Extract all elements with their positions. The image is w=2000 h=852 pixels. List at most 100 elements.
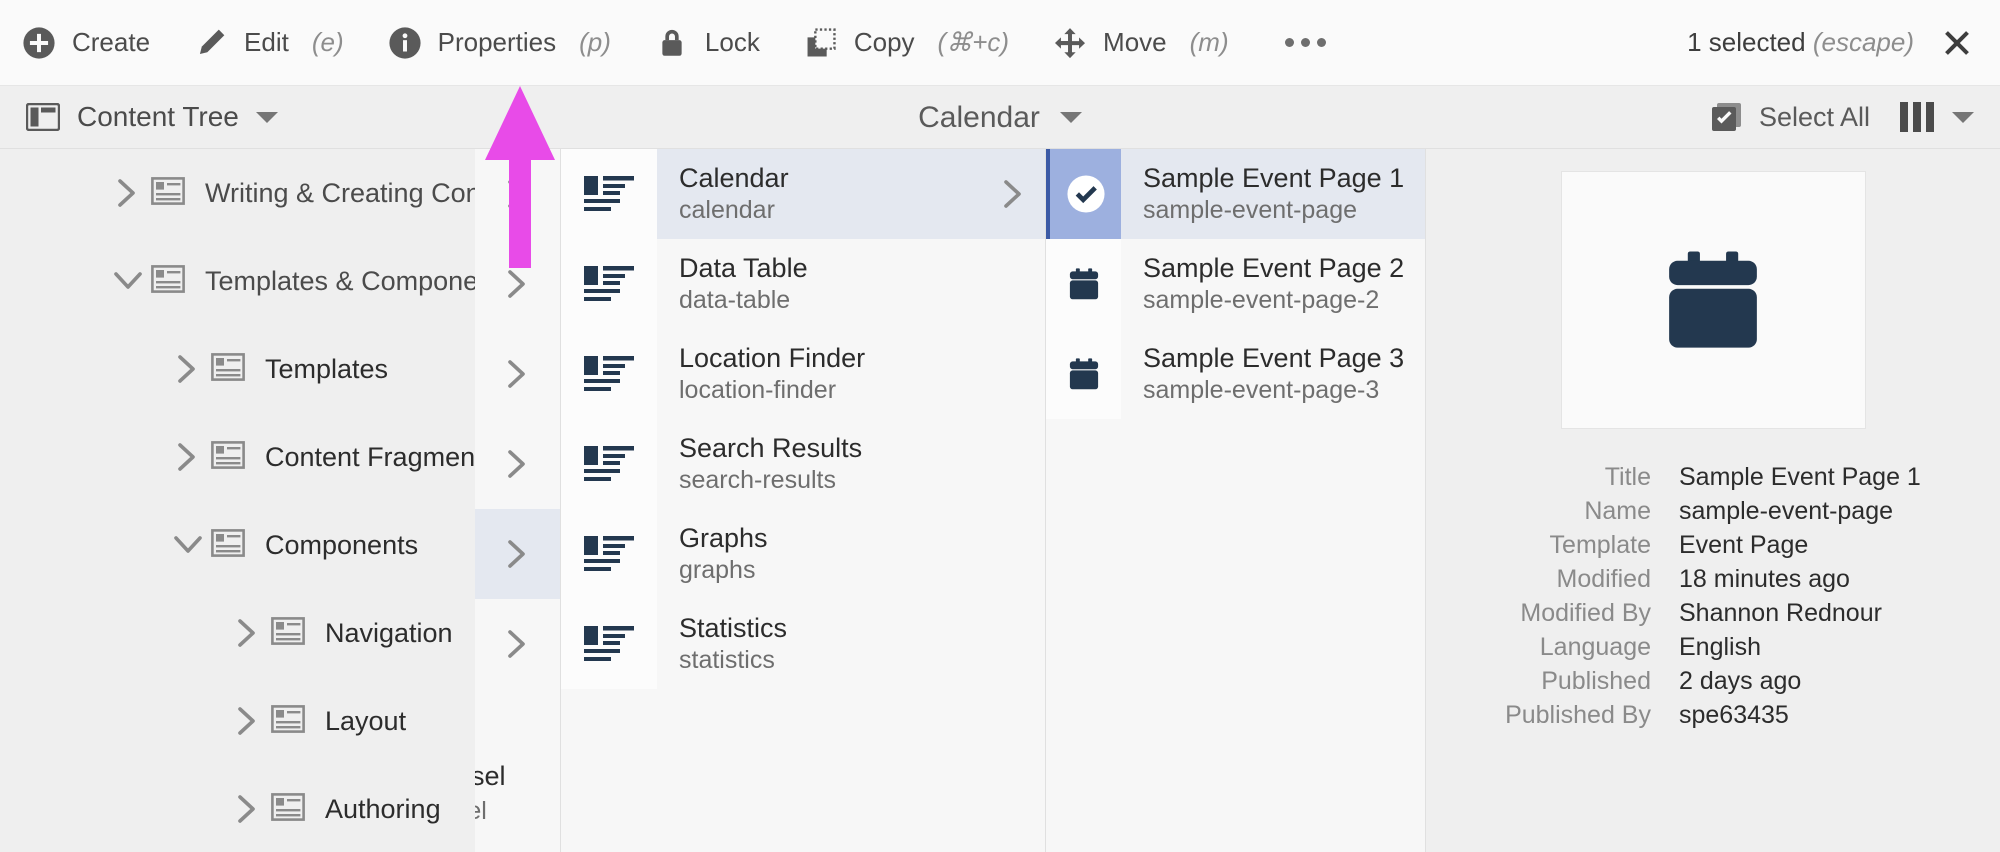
chevron-down-icon[interactable] (1059, 112, 1082, 123)
tree-item[interactable]: Authoring (0, 765, 475, 852)
parent-column-row[interactable] (475, 509, 560, 599)
tree-item[interactable]: Writing & Creating Conte (0, 149, 475, 237)
more-actions-button[interactable] (1251, 38, 1360, 47)
metadata-row: Language English (1426, 633, 1992, 662)
tree-item[interactable]: Layout (0, 677, 475, 765)
parent-column-row[interactable] (475, 599, 560, 689)
view-mode-button[interactable] (1900, 102, 1974, 132)
chevron-down-icon (255, 111, 278, 123)
metadata-key: Title (1604, 463, 1651, 491)
component-text: Search Results search-results (657, 432, 983, 497)
tree-item[interactable]: Content Fragments (0, 413, 475, 501)
lock-button[interactable]: Lock (633, 0, 782, 86)
selection-escape-hint: (escape) (1812, 27, 1914, 57)
tree-expand-toggle[interactable] (225, 794, 271, 824)
component-text: Statistics statistics (657, 612, 983, 677)
calendar-icon (1069, 358, 1098, 390)
action-toolbar: Create Edit (e) Properties (p) Lock Copy… (0, 0, 2000, 86)
tree-item[interactable]: Components (0, 501, 475, 589)
calendar-icon[interactable] (1046, 239, 1121, 329)
component-text-icon (561, 239, 657, 329)
parent-column-row[interactable] (475, 329, 560, 419)
chevron-right-icon (507, 270, 525, 298)
parent-item-title: ousel (475, 761, 506, 791)
component-text-icon (584, 176, 634, 211)
component-name: calendar (679, 196, 775, 225)
selection-count: 1 selected (1687, 27, 1806, 57)
component-list-item[interactable]: Statistics statistics (561, 599, 1045, 689)
preview-metadata: Title Sample Event Page 1 Name sample-event… (1426, 463, 2000, 730)
page-list-item[interactable]: Sample Event Page 3 sample-event-page-3 (1046, 329, 1425, 419)
component-list-item[interactable]: Calendar calendar (561, 149, 1045, 239)
calendar-icon (1669, 251, 1757, 348)
parent-column-row[interactable] (475, 239, 560, 329)
page-title: Sample Event Page 1 (1143, 162, 1405, 193)
content-tree-panel: Writing & Creating Conte Templates & Comp… (0, 149, 475, 852)
secondary-header: Content Tree Calendar Select All (0, 86, 2000, 149)
page-grid-icon (151, 264, 185, 298)
tree-item[interactable]: Navigation (0, 589, 475, 677)
metadata-value: English (1679, 633, 1761, 661)
parent-column-row[interactable] (475, 149, 560, 239)
page-title[interactable]: Calendar (918, 101, 1040, 135)
parent-column-clipped-item[interactable]: ousel usel (475, 761, 560, 826)
tree-expand-toggle[interactable] (225, 706, 271, 736)
page-grid-icon (151, 176, 185, 205)
metadata-key: Published By (1505, 701, 1651, 729)
edit-button[interactable]: Edit (e) (172, 0, 366, 86)
component-name: graphs (679, 556, 756, 585)
metadata-row: Template Event Page (1426, 531, 1992, 560)
close-icon[interactable] (1940, 26, 1974, 60)
metadata-value: spe63435 (1679, 701, 1789, 729)
page-name: sample-event-page (1143, 196, 1358, 225)
more-dot (1316, 38, 1326, 47)
component-list-item[interactable]: Location Finder location-finder (561, 329, 1045, 419)
edit-label: Edit (244, 27, 289, 57)
parent-column-row[interactable] (475, 419, 560, 509)
chevron-right-icon (507, 630, 525, 658)
select-all-button[interactable]: Select All (1711, 101, 1870, 133)
chevron-right-icon (238, 707, 255, 735)
move-button[interactable]: Move (m) (1031, 0, 1251, 86)
tree-item[interactable]: Templates & Componen (0, 237, 475, 325)
components-column: Calendar calendar Data Table data-table Loca… (561, 149, 1046, 852)
check-circle-icon[interactable] (1046, 149, 1121, 239)
select-all-label: Select All (1758, 101, 1870, 132)
page-grid-icon (271, 616, 305, 650)
more-dot (1284, 38, 1294, 47)
properties-button[interactable]: Properties (p) (366, 0, 633, 86)
page-text: Sample Event Page 3 sample-event-page-3 (1121, 342, 1404, 407)
chevron-down-icon (174, 536, 202, 553)
page-grid-icon (151, 264, 185, 293)
tree-expand-toggle[interactable] (225, 618, 271, 648)
content-tree-switcher[interactable]: Content Tree (0, 101, 278, 133)
component-list-item[interactable]: Graphs graphs (561, 509, 1045, 599)
create-button[interactable]: Create (0, 0, 172, 86)
chevron-right-icon (507, 540, 525, 568)
component-list-item[interactable]: Search Results search-results (561, 419, 1045, 509)
component-text: Calendar calendar (657, 162, 983, 227)
component-drill-in[interactable] (983, 179, 1045, 209)
current-path-title: Calendar (0, 86, 2000, 149)
calendar-icon[interactable] (1046, 329, 1121, 419)
tree-item-label: Writing & Creating Conte (205, 177, 475, 208)
tree-item[interactable]: Templates (0, 325, 475, 413)
content-tree-label: Content Tree (77, 101, 239, 132)
tree-expand-toggle[interactable] (165, 442, 211, 472)
page-grid-icon (211, 440, 245, 469)
component-list-item[interactable]: Data Table data-table (561, 239, 1045, 329)
page-grid-icon (271, 704, 305, 738)
tree-collapse-toggle[interactable] (165, 532, 211, 558)
component-text-icon (561, 509, 657, 599)
tree-collapse-toggle[interactable] (105, 268, 151, 294)
copy-button[interactable]: Copy (⌘+c) (782, 0, 1031, 86)
column-view-icon (1900, 102, 1934, 132)
page-title: Sample Event Page 2 (1143, 252, 1405, 283)
tree-expand-toggle[interactable] (165, 354, 211, 384)
app-root: Create Edit (e) Properties (p) Lock Copy… (0, 0, 2000, 852)
page-grid-icon (211, 528, 245, 562)
page-list-item[interactable]: Sample Event Page 2 sample-event-page-2 (1046, 239, 1425, 329)
metadata-value: 18 minutes ago (1679, 565, 1850, 593)
tree-expand-toggle[interactable] (105, 178, 151, 208)
page-list-item[interactable]: Sample Event Page 1 sample-event-page (1046, 149, 1425, 239)
